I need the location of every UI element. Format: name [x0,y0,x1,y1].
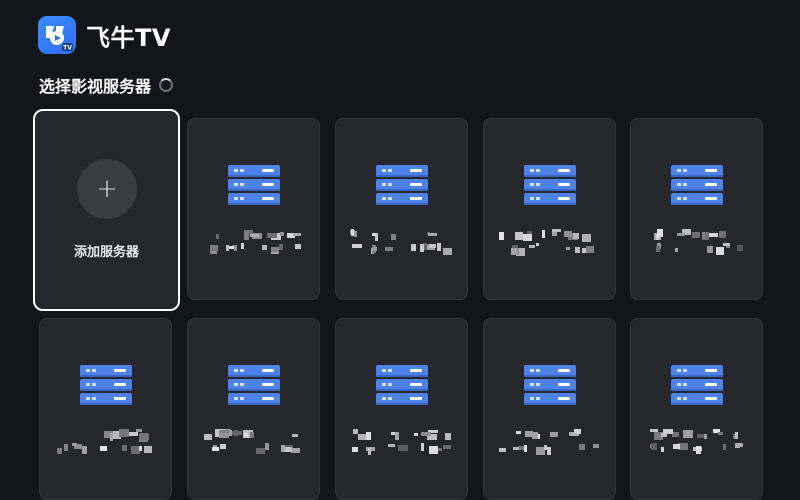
server-name-redacted [350,229,453,257]
server-icon [228,365,280,407]
server-name-redacted [498,429,601,457]
server-card[interactable] [483,118,616,300]
server-name-redacted [645,429,748,457]
server-card[interactable] [335,318,468,500]
server-name-redacted [202,229,305,257]
server-name-redacted [350,429,453,457]
server-card[interactable] [187,118,320,300]
server-icon [671,165,723,207]
add-server-label: 添加服务器 [73,245,139,260]
server-card[interactable] [39,318,172,500]
add-server-card[interactable]: + 添加服务器 [33,109,180,311]
server-name-redacted [498,229,601,257]
plus-icon: + [77,159,137,219]
server-grid: + 添加服务器 [0,0,800,500]
server-icon [524,365,576,407]
server-icon [376,365,428,407]
server-card[interactable] [630,118,763,300]
server-icon [671,365,723,407]
server-icon [524,165,576,207]
server-name-redacted [54,429,157,457]
server-icon [80,365,132,407]
server-name-redacted [645,229,748,257]
server-card[interactable] [483,318,616,500]
server-icon [228,165,280,207]
server-name-redacted [202,429,305,457]
server-icon [376,165,428,207]
server-card[interactable] [630,318,763,500]
server-card[interactable] [187,318,320,500]
server-card[interactable] [335,118,468,300]
